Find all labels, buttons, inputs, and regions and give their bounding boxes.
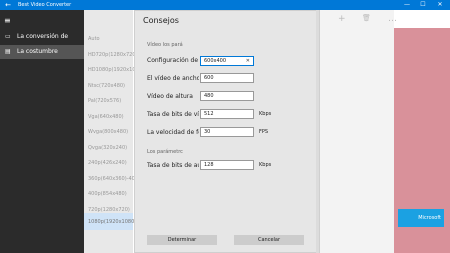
height-input[interactable]: 480 xyxy=(200,91,254,101)
hamburger-menu-icon[interactable]: ≡ xyxy=(4,16,11,25)
video-bitrate-unit: Kbps xyxy=(259,111,272,117)
list-item[interactable]: Auto xyxy=(88,36,100,42)
audio-bitrate-unit: Kbps xyxy=(259,162,272,168)
list-item-selected[interactable]: 1080p(1920x1080) xyxy=(84,213,137,230)
title-bar: ← Best Video Converter — ☐ ✕ xyxy=(0,0,450,10)
add-icon[interactable]: + xyxy=(338,14,346,24)
audio-bitrate-input[interactable]: 128 xyxy=(200,160,254,170)
sidebar: ≡ ▭ La conversión de vídeo ▤ La costumbr… xyxy=(0,10,84,253)
back-arrow-icon[interactable]: ← xyxy=(2,0,14,10)
cancel-button[interactable]: Cancelar xyxy=(234,235,304,245)
ok-button[interactable]: Determinar xyxy=(147,235,217,245)
clear-icon[interactable]: ✕ xyxy=(246,57,250,65)
main-area xyxy=(320,10,394,253)
sidebar-item-custom[interactable]: ▤ La costumbre xyxy=(0,45,84,59)
list-item[interactable]: HD720p(1280x720) xyxy=(88,52,137,58)
frame-rate-input[interactable]: 30 xyxy=(200,127,254,137)
list-item-label: 1080p(1920x1080) xyxy=(88,219,137,225)
microsoft-promo-badge[interactable]: Microsoft xyxy=(398,209,444,227)
resolution-value: 600x400 xyxy=(204,58,227,64)
video-bitrate-label: Tasa de bits de vídeo xyxy=(147,111,199,118)
sidebar-item-label: La costumbre xyxy=(17,48,58,55)
scrollbar[interactable] xyxy=(316,10,319,253)
list-item[interactable]: Vga(640x480) xyxy=(88,114,124,120)
frame-rate-unit: FPS xyxy=(259,129,269,135)
list-item[interactable]: Ntsc(720x480) xyxy=(88,83,125,89)
more-icon[interactable]: … xyxy=(388,14,397,24)
video-section-heading: Vídeo los pará xyxy=(147,42,183,48)
maximize-button[interactable]: ☐ xyxy=(416,1,430,8)
list-item[interactable]: Pal(720x576) xyxy=(88,98,121,104)
app-title: Best Video Converter xyxy=(18,2,72,8)
audio-section-heading: Los parámetrc xyxy=(147,149,183,155)
dialog-title: Consejos xyxy=(143,16,179,25)
width-input[interactable]: 600 xyxy=(200,73,254,83)
minimize-button[interactable]: — xyxy=(400,1,414,8)
sidebar-item-video-conversion[interactable]: ▭ La conversión de vídeo xyxy=(0,30,84,54)
height-label: Vídeo de altura xyxy=(147,93,193,100)
list-item[interactable]: 240p(426x240) xyxy=(88,160,127,166)
list-icon: ▤ xyxy=(5,48,11,55)
list-item[interactable]: Qvga(320x240) xyxy=(88,145,127,151)
width-label: El vídeo de ancho xyxy=(147,75,199,82)
audio-bitrate-label: Tasa de bits de audi xyxy=(147,162,199,169)
resolution-label: Configuración de nc xyxy=(147,57,199,64)
frame-rate-label: La velocidad de foto xyxy=(147,129,199,136)
close-button[interactable]: ✕ xyxy=(433,1,447,8)
list-item[interactable]: 400p(854x480) xyxy=(88,191,127,197)
video-icon: ▭ xyxy=(5,33,11,40)
resolution-input[interactable]: 600x400 ✕ xyxy=(200,56,254,66)
settings-dialog: Consejos Vídeo los pará Configuración de… xyxy=(134,10,320,253)
delete-icon[interactable]: 🗑 xyxy=(362,14,371,22)
video-bitrate-input[interactable]: 512 xyxy=(200,109,254,119)
list-item[interactable]: Wvga(800x480) xyxy=(88,129,128,135)
